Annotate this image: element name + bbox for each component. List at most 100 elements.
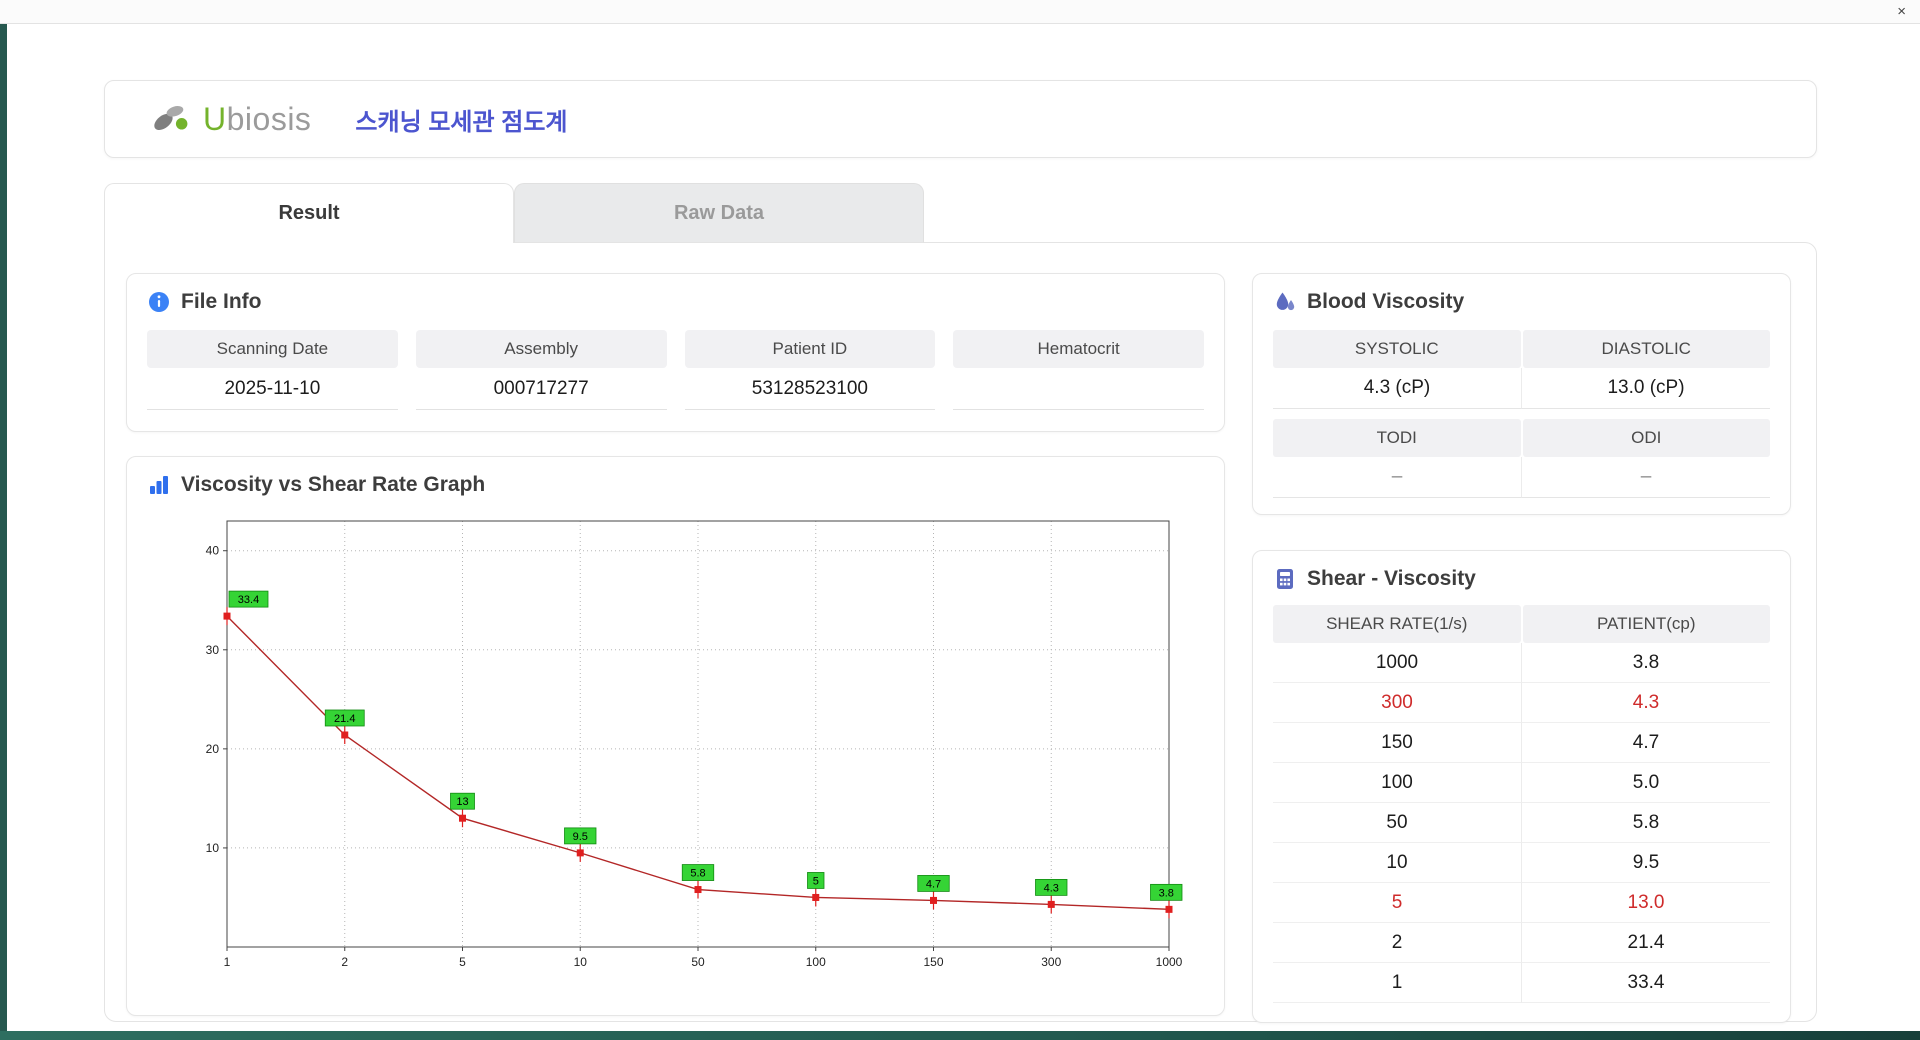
leaf-logo-icon [151,99,197,139]
file-info-field-label: Assembly [415,330,667,368]
svg-text:150: 150 [923,955,943,969]
shear-rate-cell: 100 [1273,763,1522,803]
svg-text:20: 20 [206,742,220,756]
svg-text:33.4: 33.4 [238,594,259,606]
file-info-title: File Info [181,290,262,313]
diastolic-value: 13.0 (cP) [1522,368,1770,409]
svg-text:40: 40 [206,544,220,558]
table-row: 10 9.5 [1273,843,1770,883]
ubiosis-logo: Ubiosis [151,99,311,139]
svg-text:13: 13 [456,796,468,808]
app-header: Ubiosis 스캐닝 모세관 점도계 [104,80,1817,158]
window-titlebar: × [0,0,1920,24]
file-info-field: Hematocrit [953,330,1204,410]
blood-viscosity-card: Blood Viscosity SYSTOLIC DIASTOLIC 4.3 (… [1252,273,1791,515]
patient-viscosity-cell: 13.0 [1522,883,1770,923]
file-info-field-label: Scanning Date [147,330,398,368]
systolic-header: SYSTOLIC [1273,330,1521,368]
patient-viscosity-cell: 4.7 [1522,723,1770,763]
table-row: 150 4.7 [1273,723,1770,763]
table-row: 1 33.4 [1273,963,1770,1003]
water-drops-icon [1273,290,1297,314]
table-row: 2 21.4 [1273,923,1770,963]
svg-text:4.7: 4.7 [926,878,941,890]
svg-text:5: 5 [813,875,819,887]
shear-rate-cell: 5 [1273,883,1522,923]
page-title: 스캐닝 모세관 점도계 [355,108,568,136]
shear-viscosity-card: Shear - Viscosity SHEAR RATE(1/s) PATIEN… [1252,550,1791,1023]
svg-text:5.8: 5.8 [690,868,705,880]
table-row: 5 13.0 [1273,883,1770,923]
app-window: × Ubiosis 스캐닝 모세관 점도계 Result Raw Data Fi… [0,0,1920,1040]
blood-viscosity-title: Blood Viscosity [1307,290,1465,313]
graph-title: Viscosity vs Shear Rate Graph [181,473,486,496]
shear-rate-column-header: SHEAR RATE(1/s) [1273,605,1521,643]
odi-value: – [1522,457,1770,498]
svg-text:9.5: 9.5 [573,831,588,843]
chart-area: 1 2 5 10 50 100 150 300 1000 10 20 30 40 33.4 21.4 13 9.… [191,511,1204,988]
tab-result[interactable]: Result [104,183,514,243]
svg-text:30: 30 [206,643,220,657]
patient-viscosity-cell: 3.8 [1522,643,1770,683]
patient-viscosity-cell: 33.4 [1522,963,1770,1003]
shear-rate-cell: 1 [1273,963,1522,1003]
file-info-field: Scanning Date 2025-11-10 [147,330,398,410]
info-icon [147,290,171,314]
patient-column-header: PATIENT(cp) [1522,605,1770,643]
shear-rate-cell: 50 [1273,803,1522,843]
patient-viscosity-cell: 4.3 [1522,683,1770,723]
file-info-field: Assembly 000717277 [415,330,667,410]
svg-text:2: 2 [341,955,348,969]
patient-viscosity-cell: 21.4 [1522,923,1770,963]
file-info-field: Patient ID 53128523100 [684,330,936,410]
svg-text:4.3: 4.3 [1044,882,1059,894]
logo-text: Ubiosis [203,100,312,137]
svg-text:100: 100 [806,955,826,969]
svg-text:10: 10 [206,841,220,855]
todi-value: – [1273,457,1522,498]
diastolic-header: DIASTOLIC [1522,330,1770,368]
patient-viscosity-cell: 9.5 [1522,843,1770,883]
shear-rate-cell: 2 [1273,923,1522,963]
file-info-field-value: 2025-11-10 [147,368,398,410]
tab-bar: Result Raw Data [104,183,924,243]
shear-rate-cell: 150 [1273,723,1522,763]
shear-rate-cell: 10 [1273,843,1522,883]
viscosity-graph-card: Viscosity vs Shear Rate Graph 1 2 5 10 50 100… [126,456,1225,1016]
blood-viscosity-table: SYSTOLIC DIASTOLIC 4.3 (cP) 13.0 (cP) TO… [1273,330,1770,498]
table-row: 1000 3.8 [1273,643,1770,683]
todi-header: TODI [1273,419,1521,457]
svg-text:300: 300 [1041,955,1061,969]
file-info-field-value: 53128523100 [684,368,936,410]
svg-text:1000: 1000 [1156,955,1183,969]
close-icon[interactable]: × [1897,3,1906,21]
svg-text:5: 5 [459,955,466,969]
systolic-value: 4.3 (cP) [1273,368,1522,409]
patient-viscosity-cell: 5.0 [1522,763,1770,803]
calculator-icon [1273,567,1297,591]
file-info-table: Scanning Date 2025-11-10 Assembly 000717… [147,330,1204,410]
patient-viscosity-cell: 5.8 [1522,803,1770,843]
shear-rate-cell: 300 [1273,683,1522,723]
shear-viscosity-title: Shear - Viscosity [1307,567,1476,590]
svg-text:50: 50 [691,955,705,969]
desktop-edge-left [0,24,7,1040]
table-row: 50 5.8 [1273,803,1770,843]
bar-chart-icon [147,473,171,497]
svg-text:3.8: 3.8 [1159,887,1174,899]
shear-rate-cell: 1000 [1273,643,1522,683]
tab-raw-data[interactable]: Raw Data [514,183,924,243]
file-info-field-label: Hematocrit [953,330,1204,368]
viscosity-vs-shear-rate-chart: 1 2 5 10 50 100 150 300 1000 10 20 30 40 33.4 21.4 13 9.… [206,520,1183,969]
table-row: 300 4.3 [1273,683,1770,723]
desktop-edge-bottom [0,1031,1920,1040]
svg-text:10: 10 [574,955,588,969]
result-panel: File Info Scanning Date 2025-11-10 Assem… [104,242,1817,1023]
svg-text:1: 1 [224,955,231,969]
file-info-field-value: 000717277 [415,368,667,410]
file-info-card: File Info Scanning Date 2025-11-10 Assem… [126,273,1225,432]
odi-header: ODI [1522,419,1770,457]
file-info-field-label: Patient ID [684,330,936,368]
svg-text:21.4: 21.4 [334,713,355,725]
file-info-field-value [953,368,1204,410]
